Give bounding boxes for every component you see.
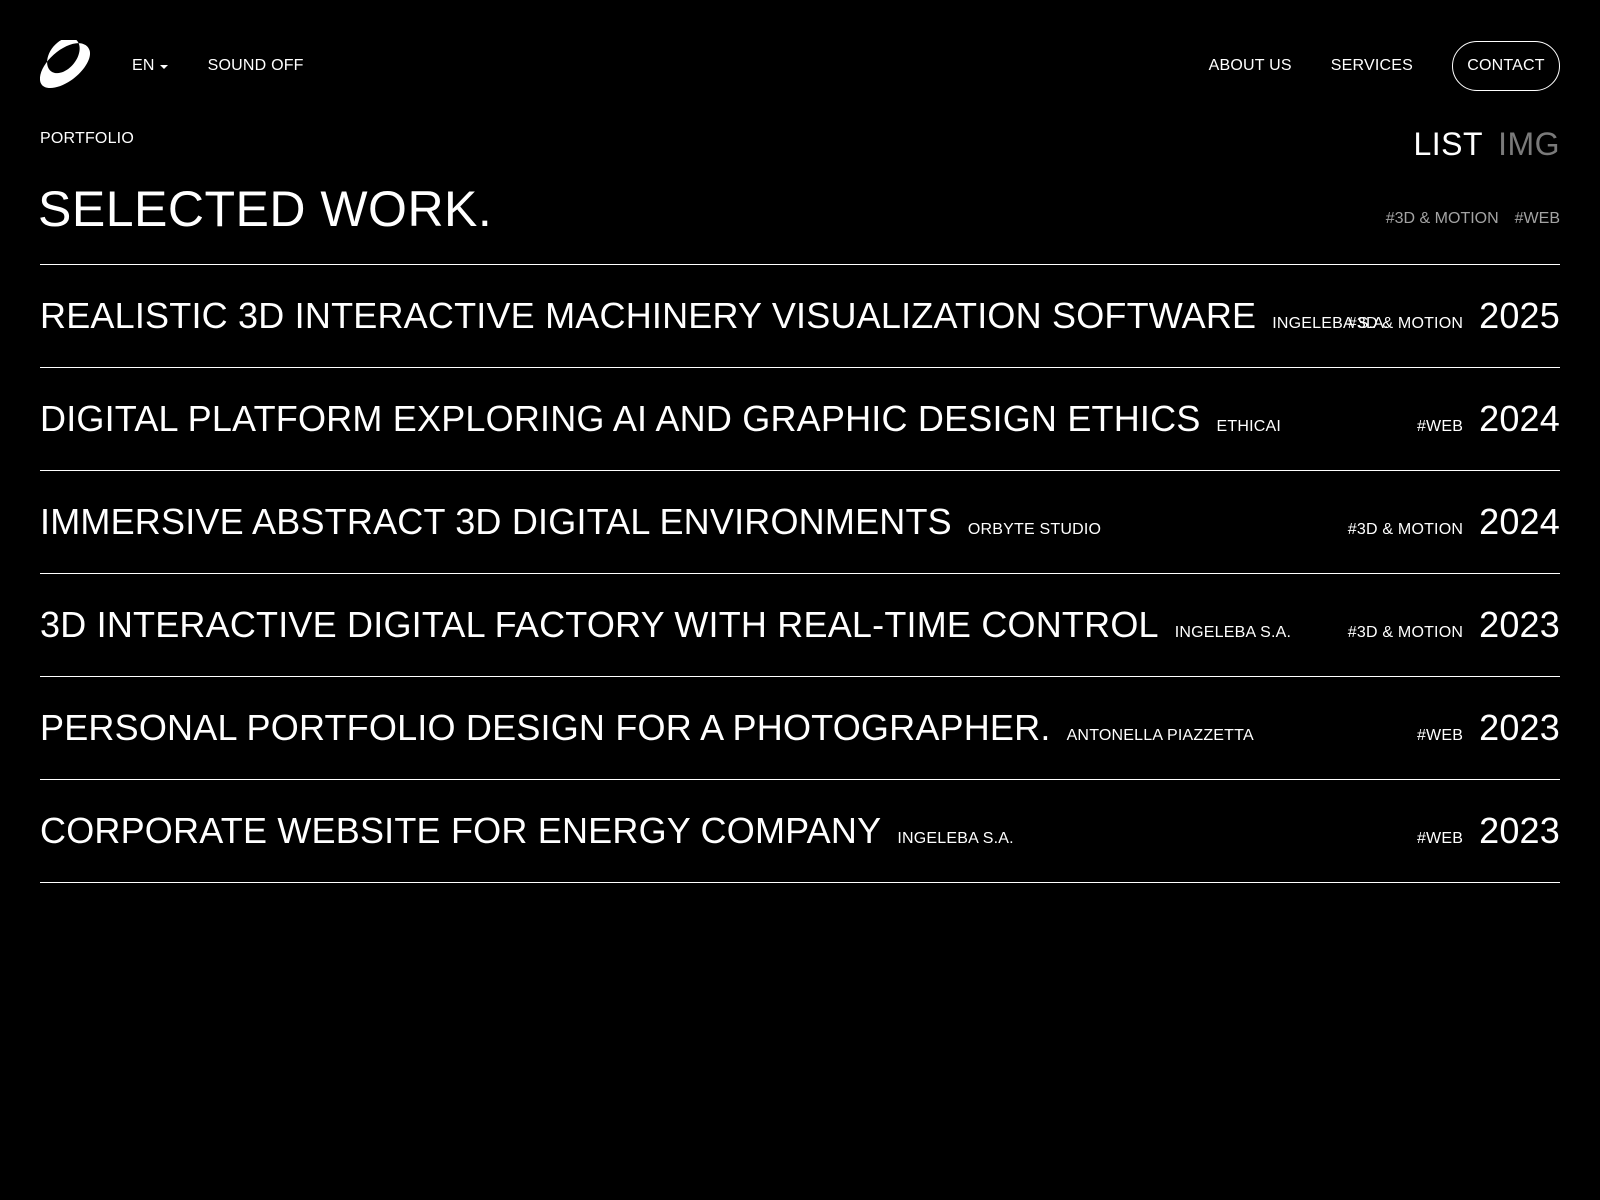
project-year: 2023 — [1479, 810, 1560, 851]
project-title: DIGITAL PLATFORM EXPLORING AI AND GRAPHI… — [40, 398, 1201, 439]
view-toggle: LIST IMG — [1413, 126, 1560, 163]
project-title: 3D INTERACTIVE DIGITAL FACTORY WITH REAL… — [40, 604, 1159, 645]
project-main: 3D INTERACTIVE DIGITAL FACTORY WITH REAL… — [40, 604, 1291, 646]
project-title: PERSONAL PORTFOLIO DESIGN FOR A PHOTOGRA… — [40, 707, 1051, 748]
page-title: SELECTED WORK. — [38, 181, 493, 237]
chevron-down-icon — [159, 65, 168, 69]
project-year: 2025 — [1479, 295, 1560, 336]
project-title: CORPORATE WEBSITE FOR ENERGY COMPANY — [40, 810, 882, 851]
project-main: PERSONAL PORTFOLIO DESIGN FOR A PHOTOGRA… — [40, 707, 1254, 749]
project-row[interactable]: CORPORATE WEBSITE FOR ENERGY COMPANY ING… — [40, 780, 1560, 883]
project-tag: #WEB — [1416, 418, 1464, 435]
project-main: REALISTIC 3D INTERACTIVE MACHINERY VISUA… — [40, 295, 1389, 337]
project-client: ANTONELLA PIAZZETTA — [1066, 727, 1254, 744]
project-list: REALISTIC 3D INTERACTIVE MACHINERY VISUA… — [40, 264, 1560, 883]
language-selector[interactable]: EN — [132, 57, 168, 75]
project-client: ORBYTE STUDIO — [967, 521, 1102, 538]
project-main: CORPORATE WEBSITE FOR ENERGY COMPANY ING… — [40, 810, 1014, 852]
project-row[interactable]: 3D INTERACTIVE DIGITAL FACTORY WITH REAL… — [40, 574, 1560, 677]
project-meta: #WEB 2023 — [1417, 810, 1560, 852]
project-client: ETHICAI — [1216, 418, 1282, 435]
project-main: DIGITAL PLATFORM EXPLORING AI AND GRAPHI… — [40, 398, 1281, 440]
project-meta: #WEB 2023 — [1417, 707, 1560, 749]
project-row[interactable]: PERSONAL PORTFOLIO DESIGN FOR A PHOTOGRA… — [40, 677, 1560, 780]
project-year: 2024 — [1479, 501, 1560, 542]
logo-mark[interactable] — [40, 40, 92, 92]
list-view-button[interactable]: LIST — [1413, 126, 1483, 163]
project-tag: #WEB — [1416, 727, 1464, 744]
project-year: 2024 — [1479, 398, 1560, 439]
project-title: IMMERSIVE ABSTRACT 3D DIGITAL ENVIRONMEN… — [40, 501, 952, 542]
project-main: IMMERSIVE ABSTRACT 3D DIGITAL ENVIRONMEN… — [40, 501, 1101, 543]
project-client: INGELEBA S.A. — [1174, 624, 1292, 641]
project-row[interactable]: IMMERSIVE ABSTRACT 3D DIGITAL ENVIRONMEN… — [40, 471, 1560, 574]
sound-toggle[interactable]: SOUND OFF — [208, 57, 304, 75]
contact-button[interactable]: CONTACT — [1452, 41, 1560, 91]
project-meta: #3D & MOTION 2025 — [1348, 295, 1560, 337]
project-tag: #3D & MOTION — [1347, 315, 1464, 332]
language-label: EN — [132, 57, 155, 74]
project-meta: #3D & MOTION 2024 — [1348, 501, 1560, 543]
site-header: EN SOUND OFF ABOUT US SERVICES CONTACT — [40, 40, 1560, 92]
project-client: INGELEBA S.A. — [897, 830, 1014, 847]
filter-web[interactable]: #WEB — [1515, 210, 1560, 228]
project-row[interactable]: DIGITAL PLATFORM EXPLORING AI AND GRAPHI… — [40, 368, 1560, 471]
project-tag: #WEB — [1416, 830, 1464, 847]
main-nav: ABOUT US SERVICES CONTACT — [1209, 41, 1560, 91]
project-meta: #WEB 2024 — [1417, 398, 1560, 440]
filter-3d-motion[interactable]: #3D & MOTION — [1386, 210, 1499, 228]
project-meta: #3D & MOTION 2023 — [1348, 604, 1560, 646]
image-view-button[interactable]: IMG — [1498, 126, 1560, 163]
section-eyebrow: PORTFOLIO — [40, 130, 134, 147]
services-link[interactable]: SERVICES — [1331, 57, 1413, 75]
about-us-link[interactable]: ABOUT US — [1209, 57, 1292, 75]
project-row[interactable]: REALISTIC 3D INTERACTIVE MACHINERY VISUA… — [40, 265, 1560, 368]
project-year: 2023 — [1479, 604, 1560, 645]
project-tag: #3D & MOTION — [1347, 521, 1464, 538]
project-title: REALISTIC 3D INTERACTIVE MACHINERY VISUA… — [40, 295, 1257, 336]
project-year: 2023 — [1479, 707, 1560, 748]
filter-tags: #3D & MOTION #WEB — [1386, 210, 1560, 228]
left-nav: EN SOUND OFF — [40, 40, 304, 92]
project-tag: #3D & MOTION — [1347, 624, 1464, 641]
